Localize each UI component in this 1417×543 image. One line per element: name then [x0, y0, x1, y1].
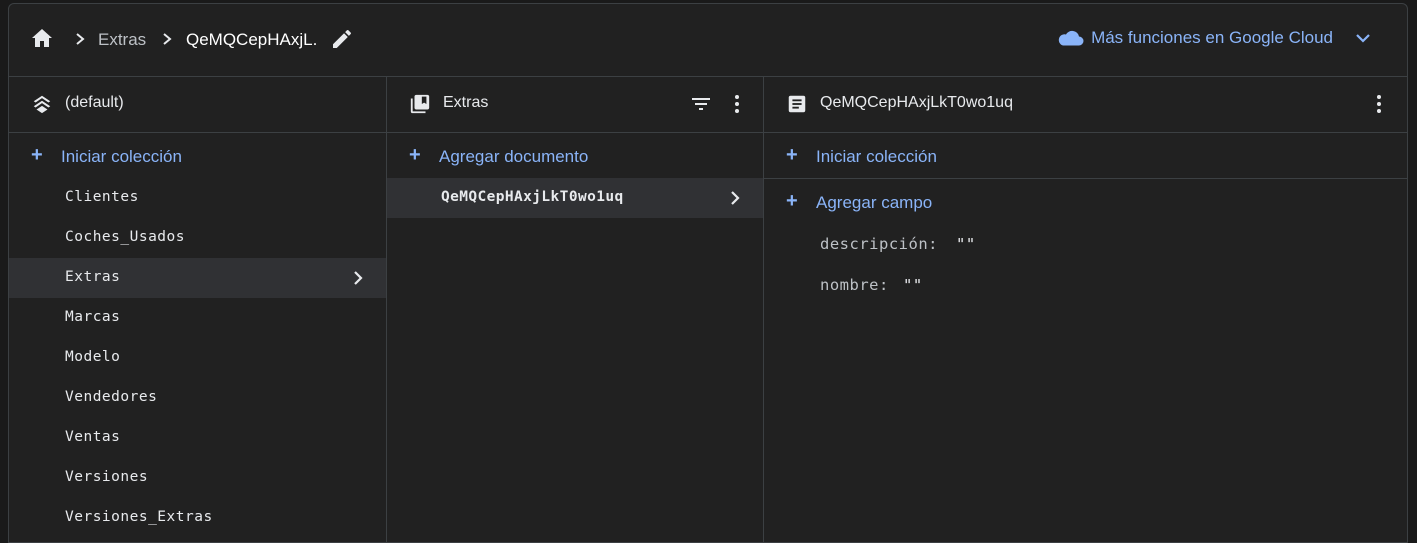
breadcrumb-bar: Extras QeMQCepHAxjL. Más funciones en Go… [9, 4, 1407, 77]
collection-label: Versiones_Extras [65, 509, 213, 525]
start-collection-label: Iniciar colección [61, 147, 182, 166]
collection-item[interactable]: Versiones [9, 458, 386, 498]
collection-label: Coches_Usados [65, 229, 185, 245]
document-field[interactable]: descripción: "" [764, 224, 1407, 265]
chevron-down-icon[interactable] [1353, 28, 1373, 48]
chevron-right-icon [731, 191, 740, 205]
document-panel: QeMQCepHAxjLkT0wo1uq + Iniciar colección… [764, 76, 1407, 542]
collection-name: Extras [443, 94, 489, 111]
add-document-label: Agregar documento [439, 147, 589, 166]
add-field-label: Agregar campo [816, 193, 933, 212]
start-collection-button[interactable]: + Iniciar colección [9, 133, 386, 178]
collection-item[interactable]: Coches_Usados [9, 218, 386, 258]
google-cloud-link[interactable]: Más funciones en Google Cloud [1057, 28, 1373, 48]
collection-label: Modelo [65, 349, 121, 365]
plus-icon: + [786, 144, 798, 166]
plus-icon: + [409, 144, 421, 166]
collection-item[interactable]: Marcas [9, 298, 386, 338]
document-header: QeMQCepHAxjLkT0wo1uq [764, 76, 1407, 133]
collection-item-selected[interactable]: Extras [9, 258, 386, 298]
plus-icon: + [31, 144, 43, 166]
collection-item[interactable]: Modelo [9, 338, 386, 378]
collection-label: Clientes [65, 189, 139, 205]
cloud-link-label: Más funciones en Google Cloud [1091, 28, 1333, 47]
collection-label: Vendedores [65, 389, 158, 405]
plus-icon: + [786, 190, 798, 212]
more-vert-icon[interactable] [725, 92, 749, 116]
collection-label: Ventas [65, 429, 121, 445]
start-subcollection-label: Iniciar colección [816, 147, 937, 166]
add-document-button[interactable]: + Agregar documento [387, 133, 763, 178]
collection-item[interactable]: Clientes [9, 178, 386, 218]
database-header: (default) [9, 76, 386, 133]
add-field-button[interactable]: + Agregar campo [764, 179, 1407, 224]
collection-item[interactable]: Ventas [9, 418, 386, 458]
chevron-right-icon [163, 33, 172, 45]
pencil-icon[interactable] [330, 27, 354, 51]
field-value: "" [956, 235, 976, 253]
collection-item[interactable]: Versiones_Extras [9, 498, 386, 538]
field-name: descripción: [820, 235, 938, 253]
collection-label: Marcas [65, 309, 121, 325]
firestore-data-viewer: Extras QeMQCepHAxjL. Más funciones en Go… [8, 3, 1408, 543]
collection-icon [410, 94, 430, 114]
collection-panel: Extras + Agregar documento QeMQCepHAxjLk… [387, 76, 764, 542]
document-icon [788, 95, 806, 113]
more-vert-icon[interactable] [1367, 92, 1391, 116]
document-field[interactable]: nombre: "" [764, 265, 1407, 306]
breadcrumb-extras[interactable]: Extras [98, 30, 146, 50]
collection-item[interactable]: Vendedores [9, 378, 386, 418]
collection-label: Versiones [65, 469, 149, 485]
database-name: (default) [65, 94, 124, 111]
document-id: QeMQCepHAxjLkT0wo1uq [820, 94, 1013, 111]
collection-header: Extras [387, 76, 763, 133]
start-subcollection-button[interactable]: + Iniciar colección [764, 133, 1407, 179]
field-name: nombre: [820, 276, 889, 294]
database-panel: (default) + Iniciar colección Clientes C… [9, 76, 387, 542]
field-value: "" [903, 276, 923, 294]
collection-label: Extras [65, 269, 121, 285]
document-label: QeMQCepHAxjLkT0wo1uq [441, 189, 624, 205]
filter-icon[interactable] [689, 92, 713, 116]
chevron-right-icon [354, 271, 363, 285]
document-item-selected[interactable]: QeMQCepHAxjLkT0wo1uq [387, 178, 763, 218]
chevron-right-icon [76, 33, 85, 45]
home-icon[interactable] [29, 26, 55, 50]
breadcrumb-document: QeMQCepHAxjL. [186, 30, 318, 49]
cloud-icon [1058, 30, 1084, 46]
stacked-layers-icon [33, 95, 51, 114]
